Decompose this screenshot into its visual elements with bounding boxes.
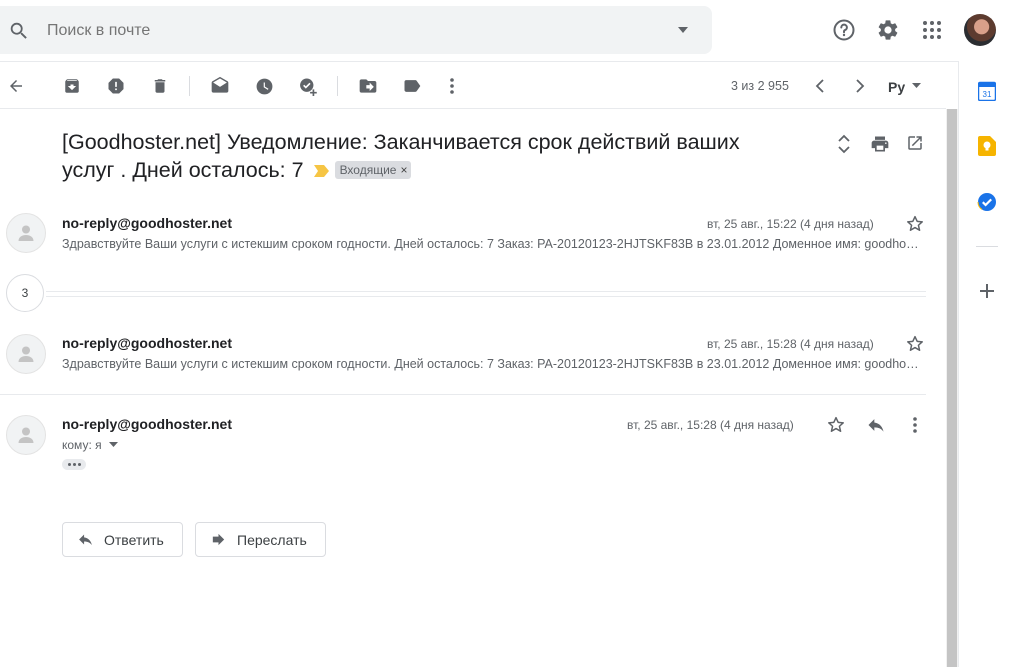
collapsed-divider — [46, 296, 926, 297]
open-in-new-window-icon[interactable] — [906, 134, 924, 152]
inbox-label-text: Входящие — [339, 162, 397, 177]
print-icon[interactable] — [870, 134, 890, 154]
add-plus-icon[interactable] — [976, 280, 998, 302]
add-to-tasks-icon[interactable] — [298, 76, 318, 96]
show-trimmed-content-icon[interactable] — [62, 459, 86, 470]
back-arrow-icon[interactable] — [6, 76, 26, 96]
mark-as-unread-icon[interactable] — [210, 76, 230, 96]
next-chevron-icon[interactable] — [850, 76, 870, 96]
message-snippet[interactable]: Здравствуйте Ваши услуги с истекшим срок… — [62, 237, 920, 251]
search-icon[interactable] — [8, 20, 30, 42]
more-vertical-icon[interactable] — [442, 76, 462, 96]
pager-count: 3 из 2 955 — [731, 79, 789, 93]
side-panel-divider — [976, 246, 998, 247]
sender-avatar — [6, 334, 46, 374]
calendar-icon[interactable]: 31 — [976, 80, 998, 102]
important-marker-icon[interactable] — [313, 165, 329, 178]
move-to-folder-icon[interactable] — [358, 76, 378, 96]
star-icon[interactable] — [905, 214, 925, 234]
delete-trash-icon[interactable] — [150, 76, 170, 96]
reply-button[interactable]: Ответить — [62, 522, 183, 557]
star-icon[interactable] — [905, 334, 925, 354]
report-spam-icon[interactable] — [106, 76, 126, 96]
sender-avatar — [6, 213, 46, 253]
toolbar-separator — [189, 76, 190, 96]
message-date: вт, 25 авг., 15:28 (4 дня назад) — [627, 418, 794, 432]
settings-gear-icon[interactable] — [874, 16, 902, 44]
message-sender: no-reply@goodhoster.net — [62, 416, 232, 432]
sender-avatar — [6, 415, 46, 455]
message-sender: no-reply@goodhoster.net — [62, 335, 232, 351]
label-tag-icon[interactable] — [402, 76, 422, 96]
expand-collapse-icon[interactable] — [836, 134, 852, 154]
help-icon[interactable] — [830, 16, 858, 44]
forward-icon — [210, 531, 227, 548]
input-language-button[interactable]: Ру — [888, 79, 905, 95]
collapsed-divider — [46, 291, 926, 292]
snooze-clock-icon[interactable] — [254, 76, 274, 96]
side-panel-border — [958, 61, 959, 667]
more-vertical-icon[interactable] — [913, 417, 917, 433]
toolbar-separator — [337, 76, 338, 96]
forward-button-label: Переслать — [237, 531, 307, 548]
message-sender: no-reply@goodhoster.net — [62, 215, 232, 231]
chevron-down-icon[interactable] — [109, 442, 118, 447]
apps-grid-icon[interactable] — [918, 16, 946, 44]
svg-text:31: 31 — [983, 90, 992, 99]
reply-icon — [77, 531, 94, 548]
message-snippet[interactable]: Здравствуйте Ваши услуги с истекшим срок… — [62, 357, 920, 371]
reply-icon[interactable] — [866, 415, 886, 435]
collapsed-messages-count[interactable]: 3 — [6, 274, 44, 312]
message-date: вт, 25 авг., 15:22 (4 дня назад) — [707, 217, 874, 231]
header-divider — [0, 61, 958, 62]
archive-icon[interactable] — [62, 76, 82, 96]
toolbar-divider — [0, 108, 946, 109]
star-icon[interactable] — [826, 415, 846, 435]
inbox-label-chip[interactable]: Входящие × — [334, 160, 412, 179]
remove-label-icon[interactable]: × — [400, 163, 407, 177]
search-input[interactable] — [47, 22, 607, 40]
forward-button[interactable]: Переслать — [195, 522, 326, 557]
previous-chevron-icon[interactable] — [810, 76, 830, 96]
tasks-icon[interactable] — [976, 191, 998, 213]
search-options-dropdown-icon[interactable] — [677, 26, 689, 34]
email-subject: [Goodhoster.net] Уведомление: Заканчивае… — [62, 128, 787, 184]
account-avatar[interactable] — [964, 14, 996, 46]
reply-button-label: Ответить — [104, 531, 164, 548]
keep-notes-icon[interactable] — [976, 135, 998, 157]
message-date: вт, 25 авг., 15:28 (4 дня назад) — [707, 337, 874, 351]
chevron-down-icon[interactable] — [912, 83, 921, 88]
message-divider — [0, 394, 926, 395]
scrollbar-thumb[interactable] — [947, 109, 957, 667]
recipients-summary[interactable]: кому: я — [62, 438, 102, 452]
